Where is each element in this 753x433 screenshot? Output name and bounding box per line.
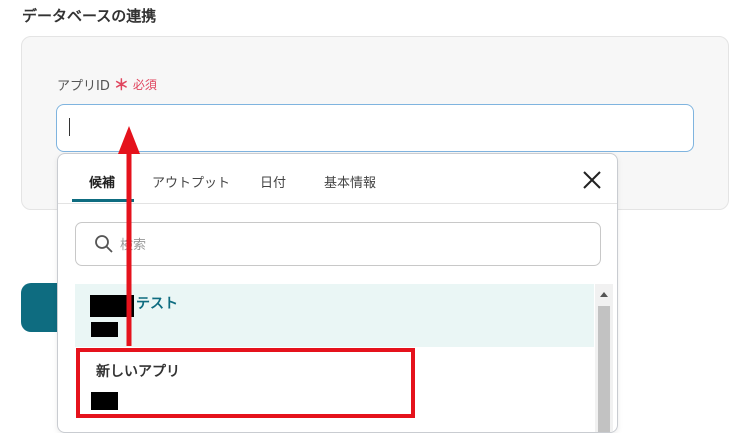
field-label: アプリID [57, 79, 110, 94]
section-title: データベースの連携 [22, 7, 157, 25]
close-icon [583, 171, 601, 189]
required-text: 必須 [132, 78, 157, 92]
list-item[interactable]: テスト [75, 284, 594, 347]
text-caret [69, 118, 70, 136]
close-button[interactable] [580, 168, 604, 192]
list-scrollbar[interactable] [595, 284, 613, 432]
app-id-input[interactable] [56, 104, 694, 152]
field-label-row: アプリID ＊ 必須 [57, 74, 157, 95]
tab-basic-info[interactable]: 基本情報 [324, 172, 376, 191]
annotation-arrow-icon [118, 126, 140, 346]
scroll-thumb[interactable] [598, 306, 610, 432]
scroll-up-icon[interactable] [600, 292, 608, 297]
annotation-highlight-box [76, 348, 415, 418]
required-mark: ＊ [113, 76, 129, 94]
tab-date[interactable]: 日付 [260, 172, 286, 191]
search-input[interactable] [118, 233, 582, 257]
search-box [75, 222, 601, 266]
tab-output[interactable]: アウトプット [152, 172, 230, 191]
